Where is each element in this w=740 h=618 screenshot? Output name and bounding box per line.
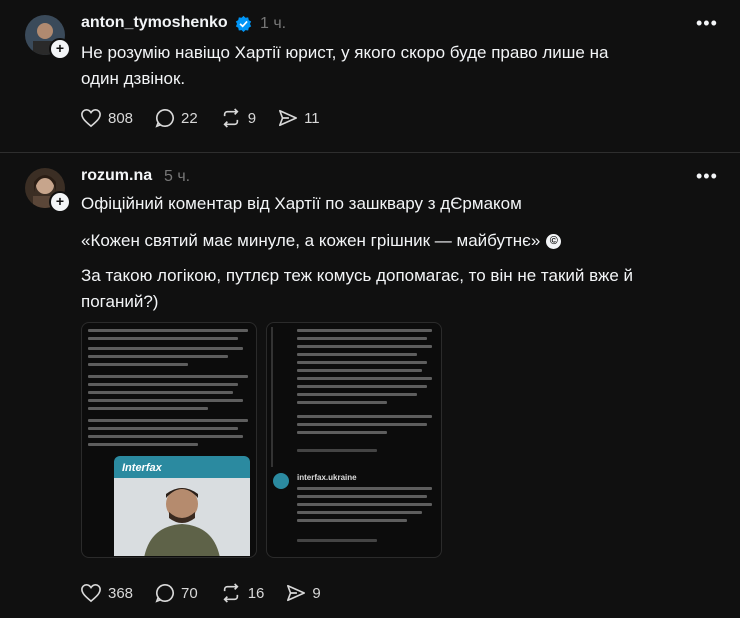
interfax-card: Interfax (114, 456, 250, 556)
comment-button[interactable]: 70 (155, 583, 198, 603)
post-time: 5 ч. (164, 168, 191, 185)
like-count: 808 (108, 109, 134, 127)
repost-count: 9 (247, 109, 257, 127)
repost-icon (223, 583, 239, 603)
heart-icon (81, 583, 101, 603)
like-button[interactable]: 808 (80, 108, 133, 128)
copyright-icon: © (546, 234, 562, 249)
share-count: 9 (312, 584, 321, 602)
post-anton: + anton_tymoshenko 1 ч. ••• Не розумію н… (0, 0, 740, 152)
comment-icon (155, 583, 174, 603)
more-icon[interactable]: ••• (696, 13, 718, 34)
post-text-line3: За такою логікою, путлєр теж комусь допо… (81, 266, 633, 311)
comment-count: 70 (181, 584, 198, 602)
heart-icon (81, 108, 101, 128)
more-icon[interactable]: ••• (696, 166, 718, 187)
post-time: 1 ч. (260, 15, 287, 32)
follow-plus-icon[interactable]: + (49, 191, 71, 213)
interfax-logo: Interfax (122, 462, 162, 474)
share-button[interactable]: 9 (286, 583, 321, 603)
embedded-image-right[interactable]: interfax.ukraine (266, 322, 442, 558)
repost-button[interactable]: 16 (220, 583, 265, 603)
send-icon (279, 109, 298, 127)
post-quote: «Кожен святий має минуле, а кожен грішни… (81, 228, 701, 254)
share-button[interactable]: 11 (278, 108, 320, 128)
send-icon (287, 584, 306, 602)
post-actions: 368 70 16 9 (80, 583, 343, 603)
post-text-line1: Офіційний коментар від Хартії по зашквар… (81, 194, 522, 213)
username[interactable]: anton_tymoshenko (81, 14, 228, 32)
repost-icon (223, 108, 239, 128)
comment-count: 22 (181, 109, 198, 127)
comment-icon (155, 108, 174, 128)
repost-count: 16 (247, 584, 265, 602)
person-photo (114, 478, 250, 556)
embedded-image-left[interactable]: Interfax (81, 322, 257, 558)
share-count: 11 (304, 109, 320, 127)
username[interactable]: rozum.na (81, 167, 152, 185)
interfax-avatar-icon (273, 473, 289, 489)
quote-text: «Кожен святий має минуле, а кожен грішни… (81, 231, 541, 250)
repost-button[interactable]: 9 (220, 108, 256, 128)
like-count: 368 (108, 584, 134, 602)
verified-badge-icon (235, 15, 252, 32)
post-actions: 808 22 9 11 (80, 108, 342, 128)
comment-button[interactable]: 22 (155, 108, 198, 128)
post-text: Не розумію навіщо Хартії юрист, у якого … (81, 43, 609, 88)
like-button[interactable]: 368 (80, 583, 133, 603)
follow-plus-icon[interactable]: + (49, 38, 71, 60)
embed-account: interfax.ukraine (297, 473, 357, 482)
post-rozum: + rozum.na 5 ч. ••• Офіційний коментар в… (0, 153, 740, 618)
